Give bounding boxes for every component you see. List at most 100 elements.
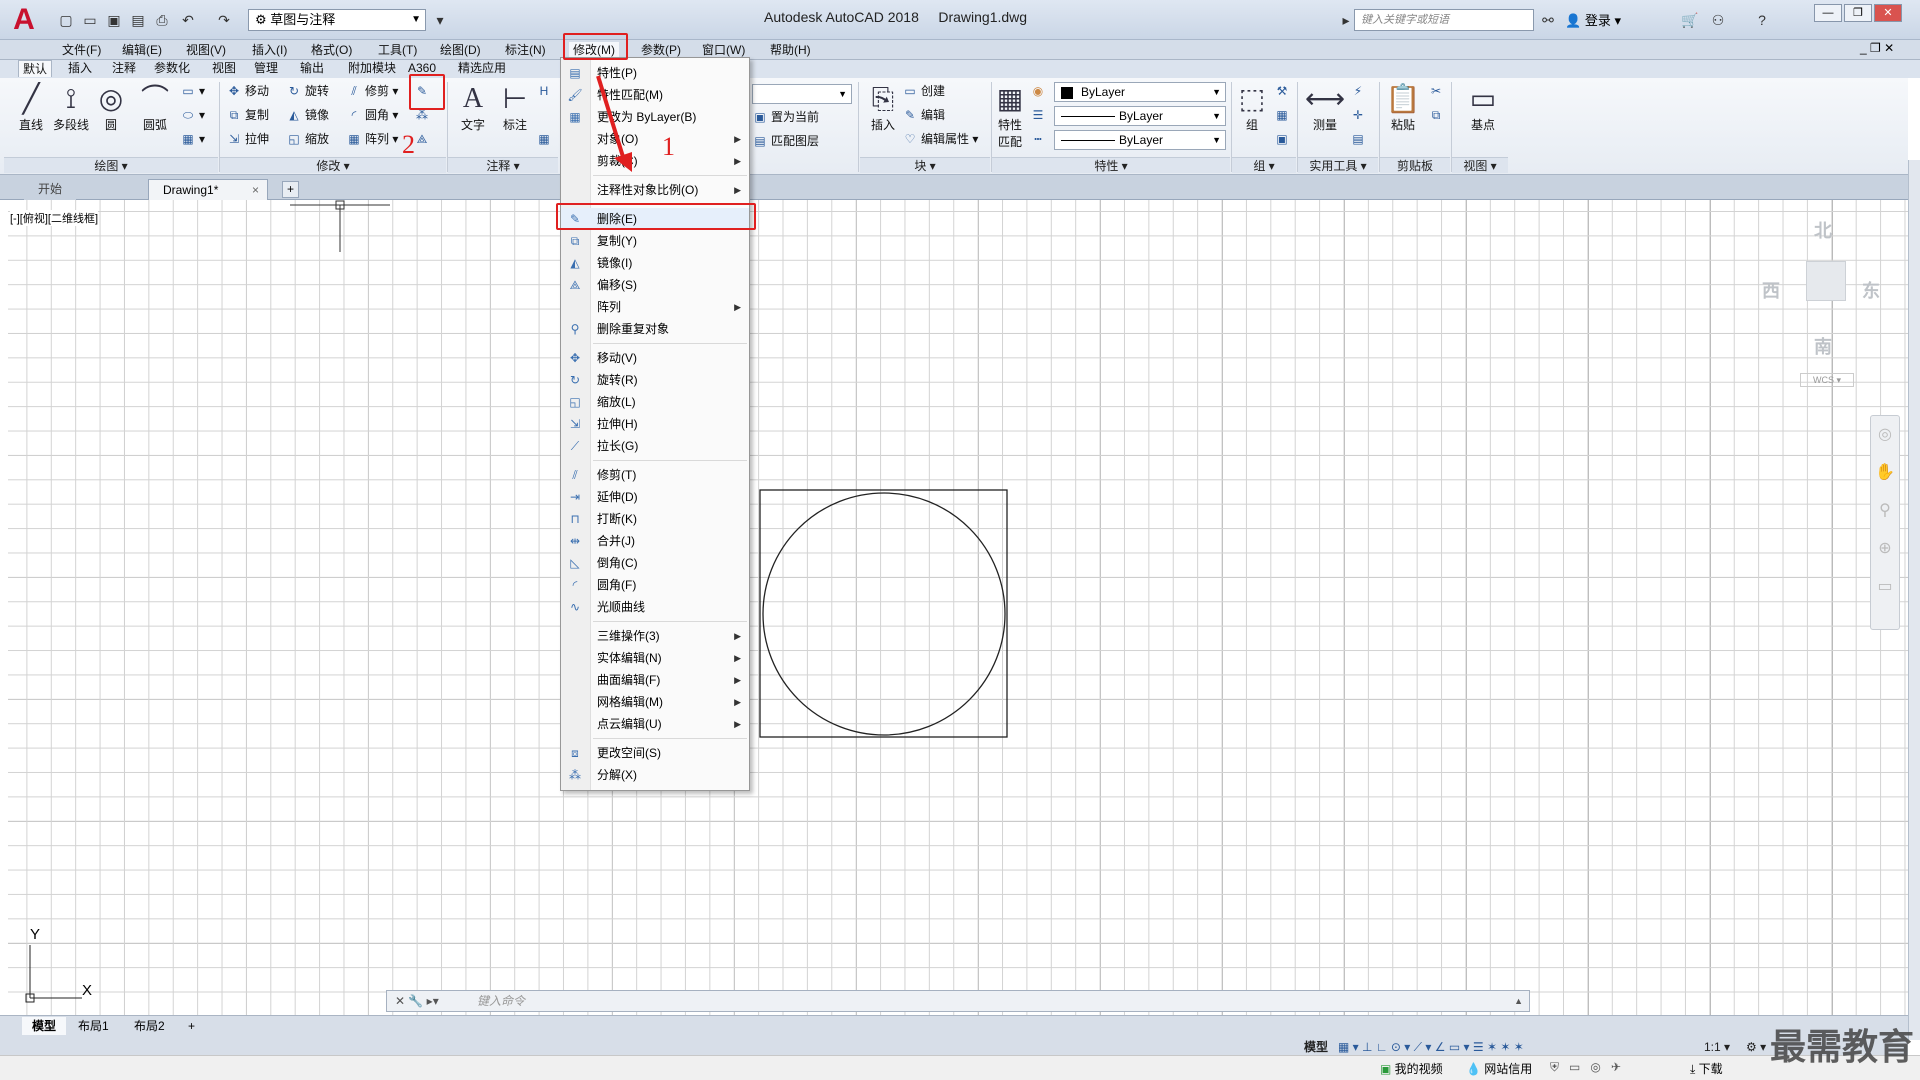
menu-item-explode[interactable]: ⁂ 分解(X)	[561, 764, 749, 786]
print-icon[interactable]: ⎙	[152, 10, 172, 30]
offset-tool[interactable]: ⟁	[414, 130, 433, 148]
menu-item[interactable]: 视图(V)	[186, 42, 226, 58]
open-file-icon[interactable]: ▭	[80, 10, 100, 30]
settings-gear-icon[interactable]: ⚙ ▾	[1746, 1039, 1766, 1055]
set-current-layer[interactable]: ▣ 置为当前	[752, 108, 819, 126]
ribbon-tab[interactable]: 注释	[108, 60, 140, 77]
menu-item-submenu[interactable]: 注释性对象比例(O) ▶	[561, 179, 749, 201]
model-space-toggle[interactable]: 模型	[1304, 1039, 1328, 1055]
color-wheel-icon[interactable]: ◉	[1030, 82, 1049, 100]
copy-tool[interactable]: ⧉ 复制	[226, 106, 269, 124]
menu-item-extend[interactable]: ⇥ 延伸(D)	[561, 486, 749, 508]
ribbon-tab[interactable]: 附加模块	[344, 60, 400, 77]
redo-icon[interactable]: ↷	[214, 10, 234, 30]
annotation-scale[interactable]: 1:1 ▾	[1704, 1039, 1730, 1055]
binoculars-icon[interactable]: ⚯	[1538, 10, 1558, 30]
paste-tool[interactable]: 📋 粘贴	[1382, 82, 1424, 133]
viewcube-top-face[interactable]	[1806, 261, 1846, 301]
menu-item[interactable]: 工具(T)	[378, 42, 417, 58]
command-input[interactable]: 键入命令	[477, 994, 525, 1008]
layout-tab[interactable]: 布局2	[124, 1017, 175, 1035]
new-tab-button[interactable]: +	[282, 181, 300, 198]
menu-item-submenu[interactable]: 阵列 ▶	[561, 296, 749, 318]
insert-block-tool[interactable]: ⎘ 插入	[862, 82, 904, 133]
search-expand-icon[interactable]: ▸	[1336, 10, 1356, 30]
menu-item-properties[interactable]: ▤ 特性(P)	[561, 62, 749, 84]
menu-item-mirror[interactable]: ◭ 镜像(I)	[561, 252, 749, 274]
doc-window-controls[interactable]: _ ❐ ✕	[1860, 41, 1894, 55]
ribbon-tab[interactable]: 插入	[64, 60, 96, 77]
menu-item-rotate[interactable]: ↻ 旋转(R)	[561, 369, 749, 391]
menu-item-break[interactable]: ⊓ 打断(K)	[561, 508, 749, 530]
clipboard-copy-tool[interactable]: ⧉	[1428, 106, 1447, 124]
group-panel-title[interactable]: 组 ▾	[1232, 157, 1296, 173]
a360-icon[interactable]: ⚇	[1708, 10, 1728, 30]
ribbon-tab[interactable]: 精选应用	[454, 60, 510, 77]
trim-tool[interactable]: ⫽ 修剪 ▾	[346, 82, 398, 100]
stretch-tool[interactable]: ⇲ 拉伸	[226, 130, 269, 148]
clipboard-panel-title[interactable]: 剪贴板	[1380, 157, 1450, 173]
group-tool[interactable]: ⬚ 组	[1234, 82, 1270, 133]
save-as-icon[interactable]: ▤	[128, 10, 148, 30]
line-tool[interactable]: ╱ 直线	[10, 82, 52, 133]
properties-panel-title[interactable]: 特性 ▾	[992, 157, 1230, 173]
credit-link[interactable]: 💧 网站信用	[1466, 1060, 1532, 1077]
move-tool[interactable]: ✥ 移动	[226, 82, 269, 100]
viewcube[interactable]: 北 西 东 南 WCS ▾	[1760, 215, 1880, 405]
menu-item-change-space[interactable]: ⧈ 更改空间(S)	[561, 742, 749, 764]
menu-item-chamfer[interactable]: ◺ 倒角(C)	[561, 552, 749, 574]
point-tool[interactable]: ✛	[1350, 106, 1369, 124]
help-icon[interactable]: ?	[1752, 10, 1772, 30]
menu-item-bylayer[interactable]: ▦ 更改为 ByLayer(B)	[561, 106, 749, 128]
text-tool[interactable]: A 文字	[452, 82, 494, 133]
layout-tab[interactable]: 布局1	[68, 1017, 119, 1035]
menu-item-stretch[interactable]: ⇲ 拉伸(H)	[561, 413, 749, 435]
menu-item-overkill[interactable]: ⚲ 删除重复对象	[561, 318, 749, 340]
group-select-tool[interactable]: ▣	[1274, 130, 1293, 148]
menu-item-submenu[interactable]: 剪裁(C) ▶	[561, 150, 749, 172]
my-video-link[interactable]: ▣ 我的视频	[1380, 1060, 1443, 1077]
menu-item-blend[interactable]: ∿ 光顺曲线	[561, 596, 749, 618]
menu-item-submenu[interactable]: 网格编辑(M) ▶	[561, 691, 749, 713]
circle-tool[interactable]: ◎ 圆	[90, 82, 132, 133]
draw-panel-title[interactable]: 绘图 ▾	[4, 157, 218, 173]
ribbon-tab[interactable]: 输出	[296, 60, 328, 77]
command-history-icon[interactable]: ▲	[1514, 991, 1523, 1011]
ribbon-tab[interactable]: 视图	[208, 60, 240, 77]
fillet-tool[interactable]: ◜ 圆角 ▾	[346, 106, 399, 124]
viewcube-east[interactable]: 东	[1862, 277, 1880, 303]
ribbon-tab[interactable]: 参数化	[150, 60, 194, 77]
ribbon-tab[interactable]: 默认	[18, 60, 53, 77]
hatch-tool[interactable]: ▦ ▾	[180, 130, 205, 148]
leader-tool[interactable]: H	[536, 82, 555, 100]
wcs-menu[interactable]: WCS ▾	[1800, 373, 1854, 387]
application-logo[interactable]: A	[6, 3, 42, 37]
edit-block[interactable]: ✎ 编辑	[902, 106, 945, 124]
menu-item-lengthen[interactable]: ⟋ 拉长(G)	[561, 435, 749, 457]
viewcube-south[interactable]: 南	[1814, 333, 1832, 359]
drawing-canvas[interactable]	[8, 200, 1908, 1020]
mirror-tool[interactable]: ◭ 镜像	[286, 106, 329, 124]
menu-item-offset[interactable]: ⟁ 偏移(S)	[561, 274, 749, 296]
ellipse-tool[interactable]: ⬭ ▾	[180, 106, 205, 124]
match-layer[interactable]: ▤ 匹配图层	[752, 132, 819, 150]
navigation-bar[interactable]: ◎ ✋ ⚲ ⊕ ▭	[1870, 415, 1900, 630]
search-input[interactable]: 键入关键字或短语	[1354, 9, 1534, 31]
table-tool[interactable]: ▦	[536, 130, 555, 148]
maximize-button[interactable]: ❐	[1844, 4, 1872, 22]
annotation-panel-title[interactable]: 注释 ▾	[448, 157, 558, 173]
menu-item[interactable]: 编辑(E)	[122, 42, 162, 58]
menu-item-move[interactable]: ✥ 移动(V)	[561, 347, 749, 369]
menu-item-scale[interactable]: ◱ 缩放(L)	[561, 391, 749, 413]
rotate-tool[interactable]: ↻ 旋转	[286, 82, 329, 100]
vertical-scrollbar[interactable]	[1908, 160, 1920, 1040]
undo-icon[interactable]: ↶	[178, 10, 198, 30]
minimize-button[interactable]: —	[1814, 4, 1842, 22]
menu-item[interactable]: 格式(O)	[311, 42, 352, 58]
menu-item-submenu[interactable]: 实体编辑(N) ▶	[561, 647, 749, 669]
menu-item-submenu[interactable]: 三维操作(3) ▶	[561, 625, 749, 647]
menu-item-trim[interactable]: ⫽ 修剪(T)	[561, 464, 749, 486]
layout-tab[interactable]: 模型	[22, 1017, 67, 1035]
menu-item[interactable]: 窗口(W)	[702, 42, 745, 58]
base-view-tool[interactable]: ▭ 基点	[1462, 82, 1504, 133]
